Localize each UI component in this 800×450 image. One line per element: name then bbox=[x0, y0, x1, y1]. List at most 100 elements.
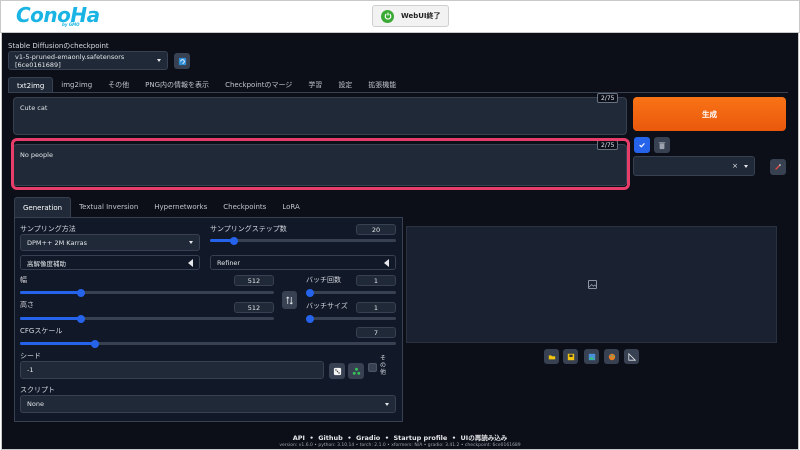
height-label: 高さ bbox=[20, 301, 34, 309]
extra-seed-checkbox[interactable] bbox=[368, 363, 377, 372]
tab-extras[interactable]: その他 bbox=[100, 77, 137, 93]
subtab-checkpoints[interactable]: Checkpoints bbox=[215, 197, 274, 218]
tab-img2img[interactable]: img2img bbox=[53, 77, 100, 93]
conoha-logo: ConoHa bbox=[16, 3, 100, 27]
slider-thumb[interactable] bbox=[77, 288, 85, 297]
batch-size-label: バッチサイズ bbox=[306, 302, 348, 310]
save-icon bbox=[567, 353, 574, 360]
send-to-extras-button[interactable] bbox=[604, 349, 619, 364]
slider-thumb[interactable] bbox=[306, 288, 314, 297]
tab-txt2img[interactable]: txt2img bbox=[8, 77, 54, 93]
footer-link-github[interactable]: Github bbox=[318, 434, 343, 442]
sampler-value: DPM++ 2M Karras bbox=[27, 238, 88, 247]
footer-separator: • bbox=[347, 434, 352, 442]
batch-count-label: バッチ回数 bbox=[306, 276, 341, 284]
sampler-dropdown[interactable]: DPM++ 2M Karras bbox=[20, 234, 200, 251]
footer-link-api[interactable]: API bbox=[293, 434, 305, 442]
steps-input[interactable]: 20 bbox=[356, 224, 396, 235]
positive-prompt-text: Cute cat bbox=[20, 104, 48, 112]
random-seed-button[interactable] bbox=[329, 363, 345, 379]
script-dropdown[interactable]: None bbox=[20, 395, 396, 413]
subtab-lora[interactable]: LoRA bbox=[274, 197, 307, 218]
batch-count-slider[interactable] bbox=[306, 288, 396, 297]
send-to-extras-tool-button[interactable] bbox=[624, 349, 639, 364]
slider-thumb[interactable] bbox=[306, 314, 314, 323]
palette-icon bbox=[608, 353, 615, 360]
finish-button-label: WebUI終了 bbox=[401, 12, 441, 20]
height-slider[interactable] bbox=[20, 314, 274, 323]
image-icon bbox=[588, 353, 595, 360]
slider-fill bbox=[20, 342, 95, 345]
read-params-button[interactable] bbox=[634, 137, 650, 153]
cfg-slider[interactable] bbox=[20, 339, 396, 348]
collapse-triangle-icon bbox=[384, 258, 389, 267]
checkpoint-label: Stable Diffusionのcheckpoint bbox=[8, 42, 109, 50]
seed-label: シード bbox=[20, 352, 41, 360]
batch-size-input[interactable]: 1 bbox=[356, 302, 396, 313]
positive-prompt-input[interactable]: Cute cat bbox=[13, 97, 627, 135]
logo-subtitle: by GMO bbox=[62, 22, 80, 27]
tab-png-info[interactable]: PNG内の情報を表示 bbox=[137, 77, 217, 93]
footer-links: API • Github • Gradio • Startup profile … bbox=[0, 432, 800, 442]
extra-networks-tabs: Generation Textual Inversion Hypernetwor… bbox=[14, 197, 308, 218]
open-folder-button[interactable] bbox=[544, 349, 559, 364]
script-label: スクリプト bbox=[20, 386, 55, 394]
footer-link-startup-profile[interactable]: Startup profile bbox=[394, 434, 448, 442]
generate-button[interactable]: 生成 bbox=[633, 97, 786, 131]
batch-size-slider[interactable] bbox=[306, 314, 396, 323]
seed-value: -1 bbox=[27, 366, 34, 374]
width-slider[interactable] bbox=[20, 288, 274, 297]
slider-thumb[interactable] bbox=[91, 339, 99, 348]
swap-arrows-icon bbox=[286, 295, 293, 305]
refiner-accordion[interactable]: Refiner bbox=[210, 255, 396, 270]
sampler-label: サンプリング方法 bbox=[20, 225, 76, 233]
slider-fill bbox=[20, 317, 81, 320]
webui-finish-button[interactable]: WebUI終了 bbox=[372, 5, 449, 27]
styles-dropdown[interactable]: × bbox=[633, 156, 755, 176]
refiner-label: Refiner bbox=[217, 258, 241, 267]
reuse-seed-button[interactable] bbox=[348, 363, 364, 379]
subtab-hypernetworks[interactable]: Hypernetworks bbox=[146, 197, 215, 218]
subtab-generation[interactable]: Generation bbox=[14, 197, 72, 218]
check-icon bbox=[639, 142, 645, 148]
width-label: 幅 bbox=[20, 276, 27, 284]
footer-link-gradio[interactable]: Gradio bbox=[356, 434, 380, 442]
script-value: None bbox=[27, 400, 44, 408]
swap-dimensions-button[interactable] bbox=[282, 291, 297, 309]
footer-separator: • bbox=[384, 434, 389, 442]
tab-checkpoint-merge[interactable]: Checkpointのマージ bbox=[217, 77, 300, 93]
refresh-checkpoint-button[interactable] bbox=[174, 53, 190, 69]
steps-slider[interactable] bbox=[210, 236, 396, 245]
height-input[interactable]: 512 bbox=[234, 302, 274, 313]
slider-thumb[interactable] bbox=[77, 314, 85, 323]
checkpoint-dropdown[interactable]: v1-5-pruned-emaonly.safetensors [6ce0161… bbox=[8, 51, 168, 70]
subtab-textual-inversion[interactable]: Textual Inversion bbox=[71, 197, 146, 218]
seed-input[interactable]: -1 bbox=[20, 361, 324, 379]
footer-link-reload-ui[interactable]: UIの再読み込み bbox=[461, 434, 508, 442]
negative-prompt-highlight bbox=[11, 138, 630, 190]
clear-x-icon[interactable]: × bbox=[732, 162, 738, 170]
tab-train[interactable]: 学習 bbox=[300, 77, 330, 93]
power-icon bbox=[381, 9, 394, 23]
send-to-img2img-button[interactable] bbox=[584, 349, 599, 364]
tab-extensions[interactable]: 拡張機能 bbox=[360, 77, 404, 93]
cfg-input[interactable]: 7 bbox=[356, 327, 396, 338]
dice-icon bbox=[333, 367, 341, 375]
clear-prompt-button[interactable] bbox=[654, 137, 670, 153]
edit-styles-button[interactable] bbox=[770, 159, 786, 175]
batch-count-input[interactable]: 1 bbox=[356, 275, 396, 286]
tab-settings[interactable]: 設定 bbox=[330, 77, 360, 93]
output-gallery bbox=[406, 226, 777, 343]
triangle-ruler-icon bbox=[627, 352, 636, 361]
positive-token-counter: 2/75 bbox=[597, 93, 619, 103]
hires-fix-accordion[interactable]: 高解像度補助 bbox=[20, 255, 200, 270]
save-button[interactable] bbox=[563, 349, 578, 364]
width-input[interactable]: 512 bbox=[234, 275, 274, 286]
chevron-down-icon bbox=[744, 164, 748, 168]
slider-thumb[interactable] bbox=[230, 236, 238, 245]
chevron-down-icon bbox=[189, 241, 193, 244]
trash-icon bbox=[658, 141, 666, 149]
slider-fill bbox=[20, 291, 81, 294]
footer-separator: • bbox=[309, 434, 314, 442]
folder-icon bbox=[548, 354, 555, 359]
